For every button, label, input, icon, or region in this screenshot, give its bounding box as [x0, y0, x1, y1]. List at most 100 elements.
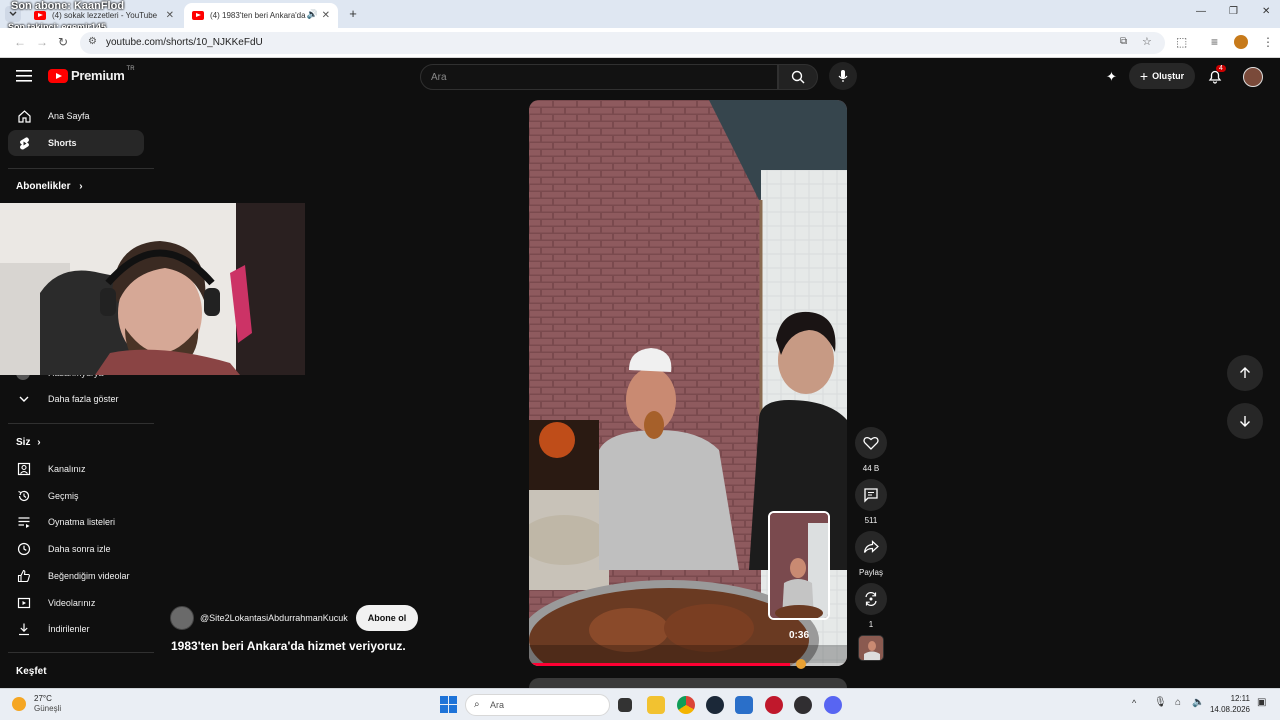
minimize-window-button[interactable]: — — [1196, 6, 1206, 17]
store-icon[interactable] — [735, 696, 753, 714]
sidebar: Ana Sayfa Shorts Abonelikler › Hasanmyur… — [0, 96, 154, 688]
browser-tab-strip: (4) sokak lezzetleri - YouTube ✕ (4) 198… — [0, 0, 1280, 28]
sound-thumbnail[interactable] — [858, 635, 884, 661]
channel-avatar[interactable] — [170, 606, 194, 630]
progress-scrubber-handle[interactable] — [796, 659, 806, 669]
comment-icon — [864, 488, 878, 503]
notification-center-icon[interactable]: ▣ — [1257, 697, 1266, 708]
arrow-up-icon — [1240, 367, 1250, 378]
tray-network-icon[interactable]: ⌂ — [1175, 697, 1181, 708]
site-info-icon[interactable]: ⚙ — [88, 36, 97, 47]
comment-count: 511 — [864, 516, 878, 525]
discord-icon[interactable] — [824, 696, 842, 714]
youtube-favicon-icon — [192, 11, 204, 20]
file-explorer-icon[interactable] — [647, 696, 665, 714]
liked-icon — [8, 569, 40, 583]
sidebar-item-shorts[interactable]: Shorts — [8, 130, 144, 156]
next-short-button[interactable] — [1227, 403, 1263, 439]
profile-avatar[interactable] — [1234, 35, 1248, 49]
share-button[interactable] — [855, 531, 887, 563]
subscriptions-heading[interactable]: Abonelikler › — [16, 181, 83, 192]
reload-icon[interactable]: ↻ — [58, 35, 68, 49]
sidebar-divider — [8, 652, 154, 653]
reading-list-icon[interactable]: ≡ — [1211, 35, 1218, 49]
notifications-button[interactable]: 4 — [1207, 65, 1226, 84]
obs-icon[interactable] — [794, 696, 812, 714]
taskbar-search[interactable]: ⌕ Ara — [465, 694, 610, 716]
tray-volume-icon[interactable]: 🔈 — [1192, 697, 1204, 708]
sidebar-item-playlists[interactable]: Oynatma listeleri — [8, 509, 144, 535]
forward-icon[interactable]: → — [36, 35, 48, 49]
next-short-preview[interactable] — [529, 678, 847, 688]
tray-overflow-icon[interactable]: ^ — [1132, 698, 1136, 708]
last-subscriber-overlay: Son abone: KaanFlod — [11, 0, 125, 12]
comments-button[interactable] — [855, 479, 887, 511]
download-icon — [8, 622, 40, 636]
search-box[interactable] — [420, 64, 778, 90]
close-tab-icon[interactable]: ✕ — [322, 10, 330, 21]
close-tab-icon[interactable]: ✕ — [166, 10, 174, 21]
sidebar-item-history[interactable]: Geçmiş — [8, 483, 144, 509]
playlist-icon — [8, 515, 40, 529]
previous-short-button[interactable] — [1227, 355, 1263, 391]
start-button[interactable] — [440, 696, 457, 713]
short-title[interactable]: 1983'ten beri Ankara'da hizmet veriyoruz… — [171, 639, 406, 653]
youtube-play-logo-icon — [48, 68, 68, 83]
url-omnibox[interactable]: ⚙ youtube.com/shorts/10_NJKKeFdU ⧉ ☆ — [80, 32, 1165, 54]
steam-icon[interactable] — [706, 696, 724, 714]
your-videos-icon — [8, 596, 40, 610]
hamburger-menu-icon[interactable] — [16, 69, 32, 83]
region-code: TR — [126, 65, 135, 72]
shorts-icon — [8, 136, 40, 151]
tray-clock[interactable]: 12:11 14.08.2026 — [1208, 693, 1250, 715]
share-label: Paylaş — [858, 568, 883, 577]
sidebar-item-home[interactable]: Ana Sayfa — [8, 103, 144, 129]
browser-tab-2[interactable]: (4) 1983'ten beri Ankara'da 🔊 ✕ — [184, 3, 338, 28]
maximize-window-button[interactable]: ❐ — [1229, 6, 1238, 17]
tray-mic-icon[interactable]: 🎙 — [1154, 697, 1167, 708]
notification-badge: 4 — [1216, 65, 1226, 72]
chrome-icon[interactable] — [677, 696, 695, 714]
like-button[interactable] — [855, 427, 887, 459]
remix-button[interactable] — [855, 583, 887, 615]
ai-sparkle-icon[interactable]: ✦ — [1106, 69, 1117, 85]
clock-date: 14.08.2026 — [1209, 705, 1250, 714]
search-icon — [791, 70, 805, 84]
sidebar-item-liked-videos[interactable]: Beğendiğim videolar — [8, 563, 144, 589]
sun-icon — [12, 697, 26, 711]
channel-handle[interactable]: @Site2LokantasiAbdurrahmanKucuk — [200, 613, 348, 623]
sidebar-item-your-videos[interactable]: Videolarınız — [8, 590, 144, 616]
subscribe-button[interactable]: Abone ol — [355, 605, 419, 631]
sidebar-divider — [8, 423, 154, 424]
speaker-icon[interactable]: 🔊 — [307, 9, 318, 20]
sidebar-item-downloads[interactable]: İndirilenler — [8, 616, 144, 642]
show-more-button[interactable]: Daha fazla göster — [8, 386, 144, 412]
red-app-icon[interactable] — [765, 696, 783, 714]
new-tab-button[interactable]: + — [345, 6, 361, 22]
create-button[interactable]: + Oluştur — [1129, 63, 1195, 89]
task-view-icon[interactable] — [618, 698, 632, 712]
bookmark-star-icon[interactable]: ☆ — [1142, 35, 1152, 48]
tab-title: (4) 1983'ten beri Ankara'da — [210, 11, 306, 20]
remix-icon — [865, 591, 877, 607]
you-heading[interactable]: Siz › — [16, 437, 41, 448]
home-icon — [8, 109, 40, 124]
account-avatar[interactable] — [1243, 67, 1263, 87]
sidebar-item-watch-later[interactable]: Daha sonra izle — [8, 536, 144, 562]
video-progress-fill — [529, 663, 790, 666]
sidebar-item-your-channel[interactable]: Kanalınız — [8, 456, 144, 482]
browser-menu-icon[interactable]: ⋮ — [1262, 35, 1274, 49]
install-app-icon[interactable]: ⧉ — [1120, 36, 1127, 47]
extensions-icon[interactable]: ⬚ — [1176, 35, 1187, 49]
weather-widget[interactable]: 27°C Güneşli — [12, 694, 61, 714]
chevron-right-icon: › — [79, 181, 83, 192]
voice-search-button[interactable] — [829, 62, 857, 90]
close-window-button[interactable]: ✕ — [1262, 6, 1270, 17]
search-button[interactable] — [778, 64, 818, 90]
history-icon — [8, 489, 40, 503]
youtube-logo[interactable]: Premium TR — [48, 65, 135, 83]
url-text[interactable]: youtube.com/shorts/10_NJKKeFdU — [106, 37, 263, 48]
browser-address-bar: ← → ↻ ⚙ youtube.com/shorts/10_NJKKeFdU ⧉… — [0, 28, 1280, 58]
search-input[interactable] — [421, 65, 777, 89]
back-icon[interactable]: ← — [14, 35, 26, 49]
